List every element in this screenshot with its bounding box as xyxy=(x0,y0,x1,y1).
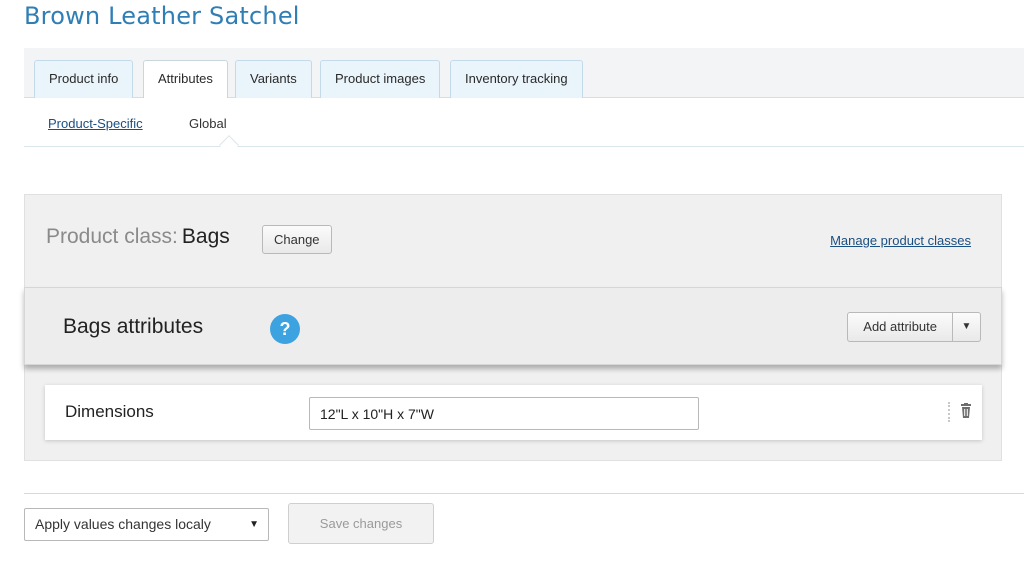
page-title: Brown Leather Satchel xyxy=(24,2,300,30)
subtabs: Product-Specific Global xyxy=(24,98,1024,155)
caret-down-icon[interactable]: ▼ xyxy=(953,312,981,342)
tab-product-images[interactable]: Product images xyxy=(320,60,441,98)
apply-values-select-value: Apply values changes localy xyxy=(35,516,211,532)
tab-product-info[interactable]: Product info xyxy=(34,60,134,98)
subtab-product-specific[interactable]: Product-Specific xyxy=(48,116,143,131)
product-class-heading: Product class: Bags xyxy=(46,225,230,249)
save-changes-button[interactable]: Save changes xyxy=(288,503,434,544)
attribute-name: Dimensions xyxy=(65,402,154,421)
attribute-row: Dimensions xyxy=(45,385,982,440)
subtab-global[interactable]: Global xyxy=(189,116,227,131)
product-class-label: Product class: xyxy=(46,225,178,248)
footer-divider xyxy=(24,493,1024,494)
attribute-value-input[interactable] xyxy=(309,397,699,430)
subtab-active-indicator xyxy=(219,135,239,155)
tab-variants[interactable]: Variants xyxy=(235,60,312,98)
manage-product-classes-link[interactable]: Manage product classes xyxy=(830,233,971,248)
apply-values-select[interactable]: Apply values changes localy ▼ xyxy=(24,508,269,541)
tabs-bar: Product info Attributes Variants Product… xyxy=(24,48,1024,99)
question-mark-icon[interactable]: ? xyxy=(270,314,300,344)
trash-icon[interactable] xyxy=(959,403,973,419)
product-class-value: Bags xyxy=(181,225,230,248)
attributes-header: Bags attributes ? Add attribute ▼ xyxy=(24,287,1002,365)
tab-attributes[interactable]: Attributes xyxy=(143,60,228,99)
add-attribute-button[interactable]: Add attribute xyxy=(847,312,953,342)
change-class-button[interactable]: Change xyxy=(262,225,332,254)
drag-handle-icon[interactable] xyxy=(948,402,952,422)
caret-down-icon: ▼ xyxy=(249,519,259,530)
tab-inventory-tracking[interactable]: Inventory tracking xyxy=(450,60,583,98)
attributes-title: Bags attributes xyxy=(63,315,204,338)
add-attribute-group: Add attribute ▼ xyxy=(847,312,981,342)
